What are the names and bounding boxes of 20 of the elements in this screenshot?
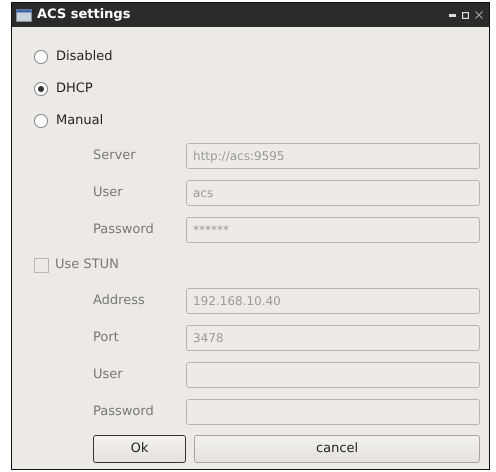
field-label: Port (92, 328, 120, 347)
radio-button[interactable] (34, 82, 48, 96)
ok-button[interactable]: Ok (93, 435, 186, 463)
radio-button[interactable] (34, 114, 48, 128)
radio-button[interactable] (34, 50, 48, 64)
cancel-button[interactable]: cancel (194, 435, 480, 463)
radio-label[interactable]: DHCP (56, 79, 93, 99)
close-icon[interactable] (475, 11, 483, 19)
maximize-icon[interactable] (462, 12, 469, 18)
radio-label[interactable]: Manual (56, 111, 104, 131)
field-label: User (92, 184, 124, 202)
field-label: Password (92, 220, 155, 239)
field-label: Server (92, 146, 137, 165)
window-title: ACS settings (37, 6, 130, 24)
minimize-icon[interactable] (449, 12, 456, 18)
radio-label[interactable]: Disabled (56, 47, 112, 67)
window-icon (16, 8, 32, 22)
field-label: Address (92, 292, 146, 310)
field-label: Password (92, 402, 155, 421)
field-label: User (92, 366, 124, 384)
